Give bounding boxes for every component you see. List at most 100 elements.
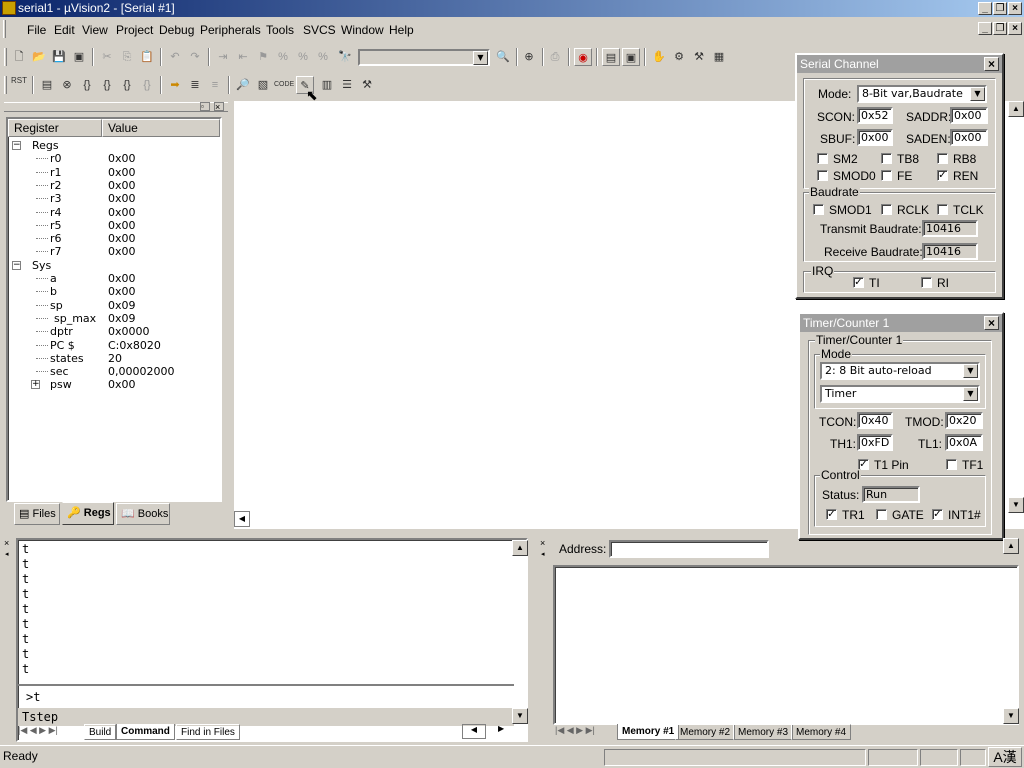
hammer-icon[interactable]: ⚒ bbox=[358, 76, 376, 94]
ti-checkbox[interactable]: ✓ bbox=[853, 277, 864, 288]
open-file-icon[interactable]: 📂 bbox=[30, 48, 48, 66]
trace-records-icon[interactable]: ≡ bbox=[206, 76, 224, 94]
register-value[interactable]: 0x0000 bbox=[108, 325, 150, 338]
target-icon[interactable]: ⊕ bbox=[520, 48, 538, 66]
tab-memory-1[interactable]: Memory #1 bbox=[617, 724, 680, 740]
find-icon[interactable]: 🔍 bbox=[494, 48, 512, 66]
menu-debug[interactable]: Debug bbox=[159, 23, 194, 37]
register-row[interactable]: sp_max 0x09 bbox=[8, 312, 218, 325]
register-value[interactable]: 0x00 bbox=[108, 272, 136, 285]
register-row[interactable]: sec 0,00002000 bbox=[8, 365, 218, 378]
register-row[interactable]: PC $ C:0x8020 bbox=[8, 339, 218, 352]
close-icon[interactable]: × bbox=[984, 316, 999, 330]
menu-project[interactable]: Project bbox=[116, 23, 153, 37]
scroll-up-icon[interactable]: ▲ bbox=[1003, 538, 1019, 554]
rb8-checkbox[interactable] bbox=[937, 153, 948, 164]
paste-icon[interactable]: 📋 bbox=[138, 48, 156, 66]
scroll-left-icon[interactable]: ◀ bbox=[234, 511, 250, 527]
tools-icon[interactable]: ⚙ bbox=[670, 48, 688, 66]
register-value[interactable]: 0x00 bbox=[108, 285, 136, 298]
chevron-down-icon[interactable]: ▼ bbox=[963, 387, 978, 401]
reset-icon[interactable]: RST bbox=[10, 76, 28, 94]
scroll-left-icon[interactable]: ◀ bbox=[462, 724, 486, 739]
register-value[interactable]: 0x09 bbox=[108, 312, 136, 325]
timer-mode-select[interactable]: 2: 8 Bit auto-reload ▼ bbox=[820, 362, 980, 380]
tab-books[interactable]: 📖 Books bbox=[116, 503, 170, 525]
menu-file[interactable]: File bbox=[27, 23, 46, 37]
expand-icon[interactable]: + bbox=[31, 380, 40, 390]
register-value[interactable]: 0,00002000 bbox=[108, 365, 174, 378]
panel-restore-icon[interactable]: ▫ bbox=[200, 102, 210, 111]
panel-close-icon[interactable]: × bbox=[214, 102, 224, 112]
tab-memory-3[interactable]: Memory #3 bbox=[733, 724, 794, 740]
register-row[interactable]: a 0x00 bbox=[8, 272, 218, 285]
register-value[interactable]: C:0x8020 bbox=[108, 339, 161, 352]
close-icon[interactable]: × bbox=[540, 538, 545, 548]
window-icon[interactable]: ▦ bbox=[710, 48, 728, 66]
stop-icon[interactable]: ⊗ bbox=[58, 76, 76, 94]
register-value[interactable]: 0x00 bbox=[108, 166, 136, 179]
saden-field[interactable]: 0x00 bbox=[950, 129, 988, 146]
register-value[interactable]: 0x00 bbox=[108, 219, 136, 232]
restore-icon[interactable]: ◂ bbox=[5, 550, 9, 558]
register-row[interactable]: dptr 0x0000 bbox=[8, 325, 218, 338]
prev-bookmark-icon[interactable]: % bbox=[274, 48, 292, 66]
register-value[interactable]: 0x00 bbox=[108, 206, 136, 219]
register-row[interactable]: r0 0x00 bbox=[8, 152, 218, 165]
copy-icon[interactable]: ⎘ bbox=[118, 48, 136, 66]
rclk-checkbox[interactable] bbox=[881, 204, 892, 215]
cut-icon[interactable]: ✂ bbox=[98, 48, 116, 66]
register-row[interactable]: states 20 bbox=[8, 352, 218, 365]
step-out-icon[interactable]: {} bbox=[118, 76, 136, 94]
chevron-down-icon[interactable]: ▼ bbox=[970, 87, 985, 101]
tmod-field[interactable]: 0x20 bbox=[945, 412, 983, 429]
chevron-down-icon[interactable]: ▼ bbox=[473, 51, 488, 65]
menu-edit[interactable]: Edit bbox=[54, 23, 75, 37]
register-value[interactable]: 0x00 bbox=[108, 179, 136, 192]
address-input[interactable] bbox=[609, 540, 769, 558]
mdi-minimize-button[interactable]: _ bbox=[978, 22, 992, 35]
memory-view[interactable] bbox=[553, 565, 1019, 725]
code-coverage-icon[interactable]: CODE bbox=[274, 76, 294, 94]
close-icon[interactable]: × bbox=[984, 57, 999, 71]
tab-regs[interactable]: 🔑 Regs bbox=[62, 502, 114, 525]
bookmark-icon[interactable]: ⚑ bbox=[254, 48, 272, 66]
register-row[interactable]: + psw 0x00 bbox=[8, 378, 218, 391]
scroll-up-icon[interactable]: ▲ bbox=[1008, 101, 1024, 117]
workspace-icon[interactable]: ▤ bbox=[602, 48, 620, 66]
run-to-cursor-icon[interactable]: {} bbox=[138, 76, 156, 94]
minimize-button[interactable]: _ bbox=[978, 2, 992, 15]
print-icon[interactable]: ⎙ bbox=[546, 48, 564, 66]
th1-field[interactable]: 0xFD bbox=[857, 434, 893, 451]
tclk-checkbox[interactable] bbox=[937, 204, 948, 215]
scroll-down-icon[interactable]: ▼ bbox=[512, 708, 528, 724]
close-button[interactable]: × bbox=[1008, 2, 1022, 15]
tab-build[interactable]: Build bbox=[84, 724, 117, 740]
menu-help[interactable]: Help bbox=[389, 23, 414, 37]
performance-icon[interactable]: ☰ bbox=[338, 76, 356, 94]
undo-icon[interactable]: ↶ bbox=[166, 48, 184, 66]
redo-icon[interactable]: ↷ bbox=[186, 48, 204, 66]
tb8-checkbox[interactable] bbox=[881, 153, 892, 164]
close-icon[interactable]: × bbox=[4, 538, 9, 548]
timer-type-select[interactable]: Timer ▼ bbox=[820, 385, 980, 403]
mdi-restore-button[interactable]: ❐ bbox=[993, 22, 1007, 35]
scon-field[interactable]: 0x52 bbox=[857, 107, 893, 124]
save-icon[interactable]: 💾 bbox=[50, 48, 68, 66]
col-value[interactable]: Value bbox=[102, 119, 220, 137]
register-value[interactable]: 0x00 bbox=[108, 245, 136, 258]
register-value[interactable]: 0x00 bbox=[108, 152, 136, 165]
register-row[interactable]: sp 0x09 bbox=[8, 299, 218, 312]
scroll-up-icon[interactable]: ▲ bbox=[512, 540, 528, 556]
tl1-field[interactable]: 0x0A bbox=[945, 434, 983, 451]
scroll-right-icon[interactable]: ▶ bbox=[498, 724, 504, 733]
register-row[interactable]: r6 0x00 bbox=[8, 232, 218, 245]
register-value[interactable]: 20 bbox=[108, 352, 122, 365]
trace-icon[interactable]: ≣ bbox=[186, 76, 204, 94]
run-icon[interactable]: ▤ bbox=[38, 76, 56, 94]
output-window-icon[interactable]: ▣ bbox=[622, 48, 640, 66]
ime-indicator[interactable]: A漢 bbox=[988, 747, 1022, 767]
tab-nav-arrows[interactable]: |◀ ◀ ▶ ▶| bbox=[18, 725, 58, 736]
menu-peripherals[interactable]: Peripherals bbox=[200, 23, 261, 37]
col-register[interactable]: Register bbox=[8, 119, 102, 137]
